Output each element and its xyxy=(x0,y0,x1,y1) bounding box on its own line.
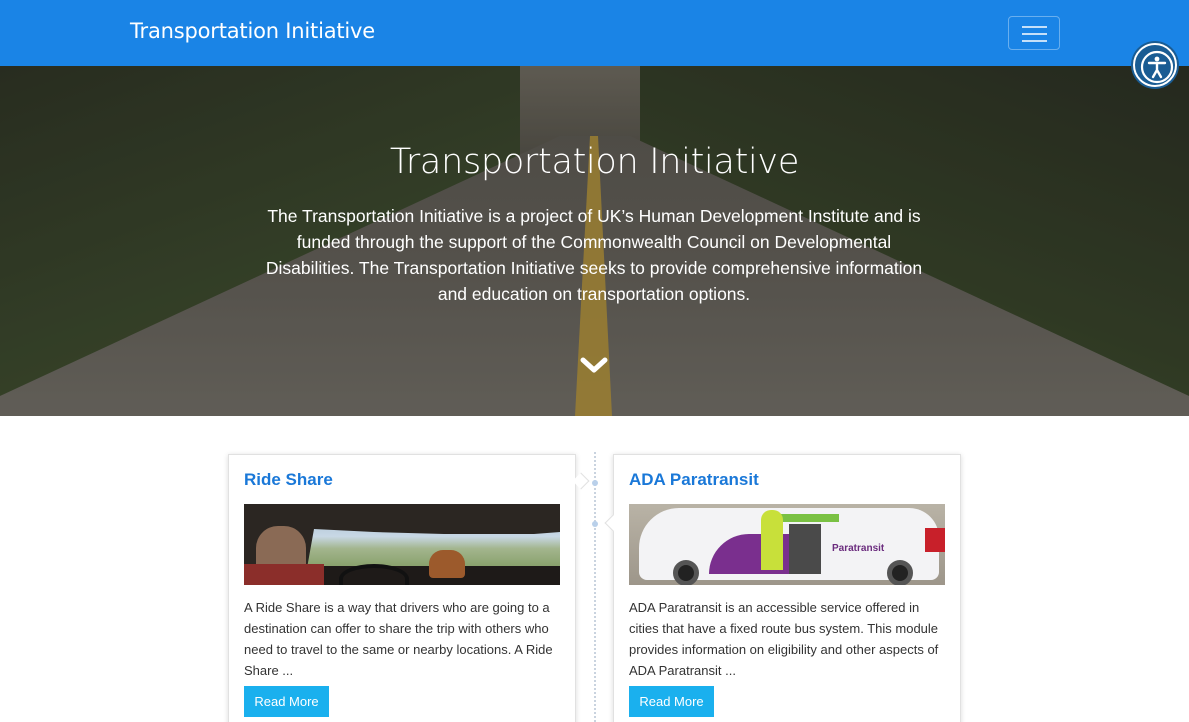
card-ride-share: Ride Share A Ride Share is a way that dr… xyxy=(228,454,590,722)
card-text: ADA Paratransit is an accessible service… xyxy=(629,600,939,678)
hero-title: Transportation Initiative xyxy=(389,142,800,182)
ride-share-image xyxy=(244,504,560,585)
menu-icon xyxy=(1022,26,1047,28)
accessibility-icon xyxy=(1140,50,1174,84)
hero-description: The Transportation Initiative is a proje… xyxy=(265,206,923,304)
paratransit-image: Paratransit xyxy=(629,504,945,585)
card-arrow xyxy=(572,472,590,490)
card-title[interactable]: ADA Paratransit xyxy=(629,470,759,490)
navbar: Transportation Initiative xyxy=(0,0,1189,66)
menu-icon-bar xyxy=(1022,33,1047,35)
timeline-dot xyxy=(592,480,598,486)
read-more-button[interactable]: Read More xyxy=(244,686,329,717)
card-ada-paratransit: ADA Paratransit Paratransit ADA Paratran… xyxy=(604,454,961,722)
chevron-down-icon[interactable] xyxy=(580,356,608,376)
brand-link[interactable]: Transportation Initiative xyxy=(130,19,375,43)
menu-icon-bar xyxy=(1022,40,1047,42)
card-text: A Ride Share is a way that drivers who a… xyxy=(244,600,553,678)
timeline-dot xyxy=(592,521,598,527)
read-more-button[interactable]: Read More xyxy=(629,686,714,717)
card-title[interactable]: Ride Share xyxy=(244,470,333,490)
timeline-line xyxy=(594,452,596,722)
paratransit-van-label: Paratransit xyxy=(832,543,885,554)
card-arrow xyxy=(604,514,622,532)
accessibility-button[interactable] xyxy=(1133,43,1177,87)
hero-banner: Transportation Initiative The Transporta… xyxy=(0,66,1189,416)
menu-toggle-button[interactable] xyxy=(1008,16,1060,50)
